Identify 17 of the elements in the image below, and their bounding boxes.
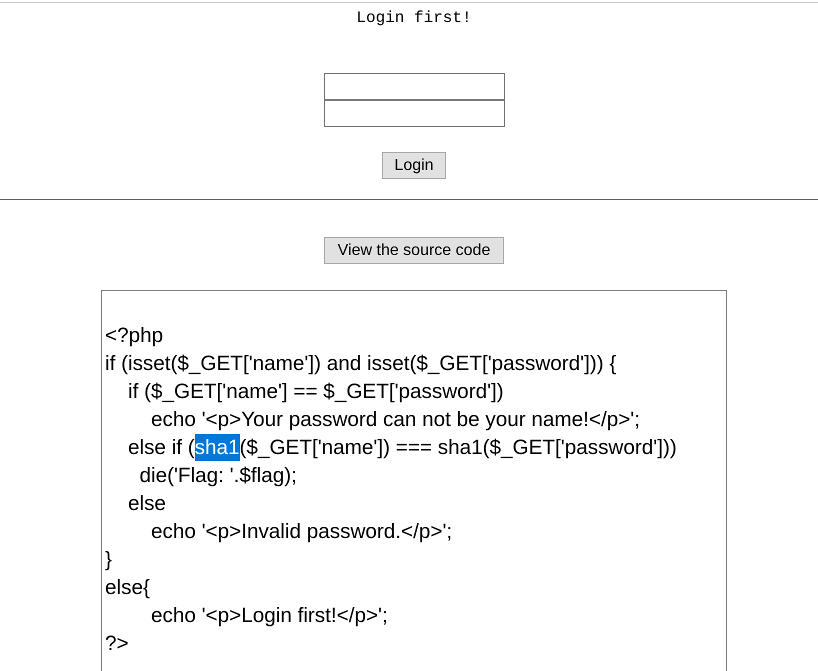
code-line: } <box>105 547 113 573</box>
login-message: Login first! <box>356 9 472 27</box>
code-line: if (isset($_GET['name']) and isset($_GET['password'])) { <box>105 351 618 377</box>
code-line: ?> <box>105 631 130 657</box>
code-line: echo '<p>Invalid password.</p>'; <box>150 519 454 545</box>
code-line: echo '<p>Login first!</p>'; <box>150 603 389 629</box>
code-line: if ($_GET['name'] == $_GET['password']) <box>126 379 505 405</box>
view-source-button[interactable]: View the source code <box>324 237 504 264</box>
code-line: else <box>126 491 167 517</box>
code-line: die('Flag: '.$flag); <box>138 463 298 489</box>
code-line: echo '<p>Your password can not be your name!</p>'; <box>150 407 642 433</box>
code-line: else if (sha1($_GET['name']) === sha1($_GET['password'])) <box>126 434 678 462</box>
code-line: else{ <box>105 575 151 601</box>
login-button[interactable]: Login <box>382 152 446 179</box>
input-field[interactable] <box>324 100 504 127</box>
input-field[interactable] <box>324 73 504 100</box>
code-line: <?php <box>105 323 164 349</box>
